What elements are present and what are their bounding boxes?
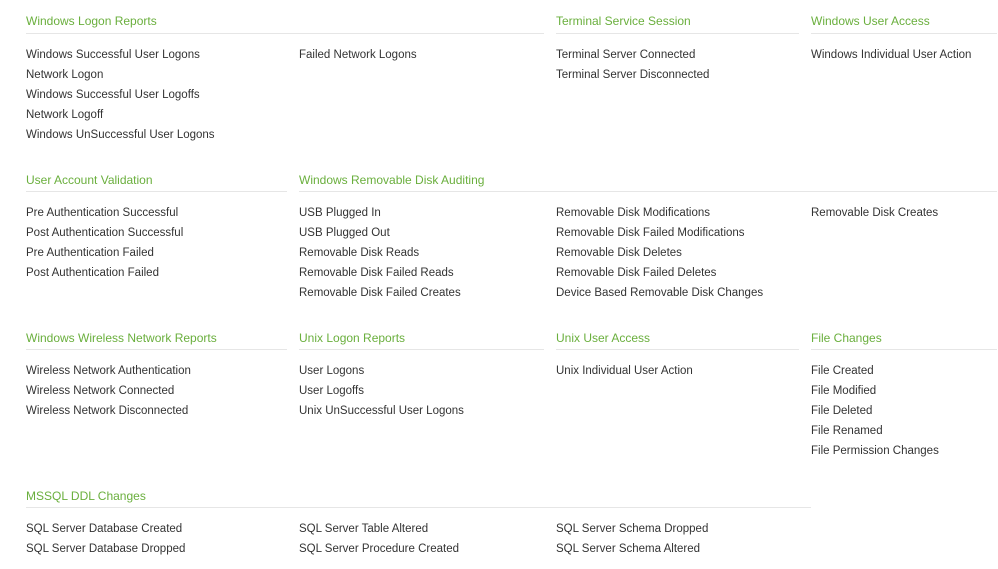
report-list: User Logons User Logoffs Unix UnSuccessful… xyxy=(299,361,559,421)
report-link[interactable]: SQL Server Database Dropped xyxy=(26,539,286,559)
report-link[interactable]: Device Based Removable Disk Changes xyxy=(556,283,816,303)
section-divider xyxy=(26,191,287,192)
section-title-unix-user-access: Unix User Access xyxy=(556,331,651,345)
section-title-windows-removable-disk-auditing: Windows Removable Disk Auditing xyxy=(299,173,485,187)
report-link[interactable]: Pre Authentication Failed xyxy=(26,243,286,263)
section-divider xyxy=(811,33,997,34)
report-link[interactable]: File Renamed xyxy=(811,421,997,441)
section-title-terminal-service-session: Terminal Service Session xyxy=(556,14,691,28)
section-title-mssql-ddl-changes: MSSQL DDL Changes xyxy=(26,489,146,503)
report-link[interactable]: USB Plugged In xyxy=(299,203,559,223)
report-link[interactable]: File Modified xyxy=(811,381,997,401)
section-divider xyxy=(556,33,799,34)
report-link[interactable]: Wireless Network Disconnected xyxy=(26,401,286,421)
report-link[interactable]: Network Logoff xyxy=(26,105,286,125)
section-divider xyxy=(26,33,544,34)
report-link[interactable]: USB Plugged Out xyxy=(299,223,559,243)
section-title-windows-user-access: Windows User Access xyxy=(811,14,930,28)
section-title-windows-logon-reports: Windows Logon Reports xyxy=(26,14,157,28)
report-link[interactable]: Windows Individual User Action xyxy=(811,45,997,65)
report-link[interactable]: Removable Disk Deletes xyxy=(556,243,816,263)
report-link[interactable]: Pre Authentication Successful xyxy=(26,203,286,223)
report-list: SQL Server Schema Dropped SQL Server Sche… xyxy=(556,519,816,559)
section-divider xyxy=(26,349,287,350)
report-list: Terminal Server Connected Terminal Server… xyxy=(556,45,816,85)
section-divider xyxy=(556,349,799,350)
report-link[interactable]: Windows UnSuccessful User Logons xyxy=(26,125,286,145)
report-link[interactable]: Removable Disk Reads xyxy=(299,243,559,263)
report-link[interactable]: SQL Server Table Altered xyxy=(299,519,559,539)
report-link[interactable]: Windows Successful User Logons xyxy=(26,45,286,65)
report-list: Pre Authentication Successful Post Authen… xyxy=(26,203,286,283)
report-link[interactable]: Removable Disk Failed Creates xyxy=(299,283,559,303)
report-list: SQL Server Table Altered SQL Server Proce… xyxy=(299,519,559,559)
report-link[interactable]: File Deleted xyxy=(811,401,997,421)
report-link[interactable]: Terminal Server Disconnected xyxy=(556,65,816,85)
report-link[interactable]: Removable Disk Failed Deletes xyxy=(556,263,816,283)
report-list: Failed Network Logons xyxy=(299,45,559,65)
section-title-user-account-validation: User Account Validation xyxy=(26,173,153,187)
report-link[interactable]: Wireless Network Connected xyxy=(26,381,286,401)
report-link[interactable]: Post Authentication Successful xyxy=(26,223,286,243)
report-link[interactable]: SQL Server Schema Dropped xyxy=(556,519,816,539)
report-list: Unix Individual User Action xyxy=(556,361,816,381)
report-link[interactable]: Windows Successful User Logoffs xyxy=(26,85,286,105)
report-link[interactable]: User Logoffs xyxy=(299,381,559,401)
report-list: Wireless Network Authentication Wireless … xyxy=(26,361,286,421)
section-divider xyxy=(299,191,997,192)
report-link[interactable]: SQL Server Database Created xyxy=(26,519,286,539)
report-list: SQL Server Database Created SQL Server Da… xyxy=(26,519,286,559)
section-divider xyxy=(811,349,997,350)
section-title-unix-logon-reports: Unix Logon Reports xyxy=(299,331,406,345)
report-link[interactable]: Removable Disk Modifications xyxy=(556,203,816,223)
report-link[interactable]: Wireless Network Authentication xyxy=(26,361,286,381)
section-title-windows-wireless-network-reports: Windows Wireless Network Reports xyxy=(26,331,217,345)
section-divider xyxy=(26,507,811,508)
report-list: Removable Disk Creates xyxy=(811,203,997,223)
report-link[interactable]: Network Logon xyxy=(26,65,286,85)
report-link[interactable]: Removable Disk Failed Reads xyxy=(299,263,559,283)
report-link[interactable]: Post Authentication Failed xyxy=(26,263,286,283)
report-link[interactable]: Unix Individual User Action xyxy=(556,361,816,381)
report-link[interactable]: Terminal Server Connected xyxy=(556,45,816,65)
report-link[interactable]: Removable Disk Creates xyxy=(811,203,997,223)
report-link[interactable]: SQL Server Procedure Created xyxy=(299,539,559,559)
report-list: USB Plugged In USB Plugged Out Removable D… xyxy=(299,203,559,303)
section-title-file-changes: File Changes xyxy=(811,331,882,345)
report-link[interactable]: File Created xyxy=(811,361,997,381)
report-link[interactable]: Removable Disk Failed Modifications xyxy=(556,223,816,243)
report-link[interactable]: Failed Network Logons xyxy=(299,45,559,65)
report-list: File Created File Modified File Deleted Fil… xyxy=(811,361,997,461)
report-list: Windows Individual User Action xyxy=(811,45,997,65)
report-list: Windows Successful User Logons Network Lo… xyxy=(26,45,286,145)
report-link[interactable]: User Logons xyxy=(299,361,559,381)
report-link[interactable]: Unix UnSuccessful User Logons xyxy=(299,401,559,421)
report-link[interactable]: SQL Server Schema Altered xyxy=(556,539,816,559)
report-list: Removable Disk Modifications Removable Di… xyxy=(556,203,816,303)
section-divider xyxy=(299,349,544,350)
report-link[interactable]: File Permission Changes xyxy=(811,441,997,461)
